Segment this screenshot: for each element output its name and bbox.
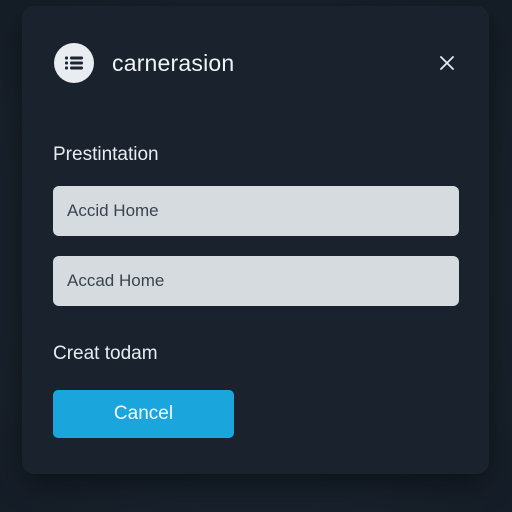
cancel-button[interactable]: Cancel	[53, 390, 234, 438]
first-text-field[interactable]	[53, 186, 459, 236]
list-icon	[54, 43, 94, 83]
close-button[interactable]	[434, 50, 460, 76]
dialog: carnerasion Prestintation Creat todam Ca…	[22, 6, 489, 474]
secondary-label: Creat todam	[53, 343, 158, 364]
second-text-field[interactable]	[53, 256, 459, 306]
close-icon	[440, 56, 454, 70]
dialog-title: carnerasion	[112, 50, 235, 76]
section-label: Prestintation	[53, 144, 159, 165]
